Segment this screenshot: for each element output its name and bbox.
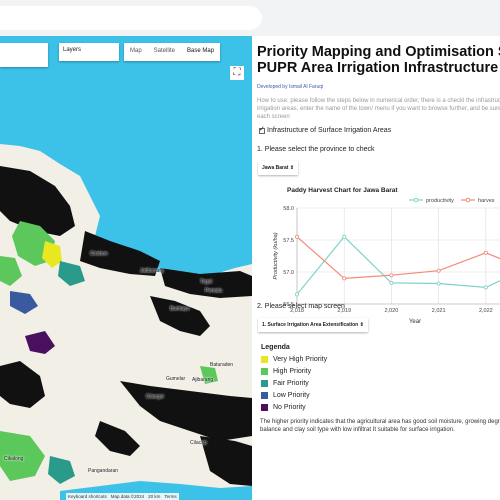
map-type-satellite[interactable]: Satellite [148,43,181,61]
legend-swatch [261,380,268,387]
map-label: Ajibarang [192,377,214,383]
address-bar[interactable] [0,6,262,30]
data-point [436,268,441,273]
data-point [295,234,300,239]
data-point [389,280,394,285]
map-label: Cirebon [90,251,108,257]
irrigation-layer-checkbox-row[interactable]: Infrastructure of Surface Irrigation Are… [259,125,392,134]
legend-title: Legenda [261,344,290,351]
legend-swatch [261,368,268,375]
map-attribution: Keyboard shortcuts Map data ©2024 20 km … [66,493,179,500]
keyboard-shortcuts-link[interactable]: Keyboard shortcuts [68,494,107,499]
y-axis-label: Productivity (ku/ha) [273,232,279,279]
harvest-chart: Paddy Harvest Chart for Jawa Barat produc… [273,187,500,325]
y-tick-label: 57.0 [283,270,294,276]
step-2-label: 2. Please select map screen [257,303,345,310]
data-point [295,292,300,297]
x-tick-label: 2,022 [479,308,493,314]
map-label: Gumelar [166,376,186,382]
legend-item: No Priority [261,404,306,411]
legend-label: Low Priority [273,392,310,399]
x-tick-label: 2,020 [385,308,399,314]
map-label: Baturaden [210,362,234,368]
checkbox-label: Infrastructure of Surface Irrigation Are… [267,127,392,134]
legend-item: Very High Priority [261,356,327,363]
map-type-map[interactable]: Map [124,43,148,61]
data-point [342,234,347,239]
map-screen-select-value: 1. Surface Irrigation Area Extensificati… [262,322,359,328]
legend-item: Low Priority [261,392,310,399]
map-label: Jatibarang [140,268,164,274]
title-line-1: Priority Mapping and Optimisation S [257,44,500,60]
legend-label: No Priority [273,404,306,411]
map-label: Pangandaran [88,468,119,474]
y-tick-label: 57.5 [283,238,294,244]
legend-label: High Priority [273,368,312,375]
legend-label: productivity [426,198,454,204]
map-view[interactable]: Layers Map Satellite Base Map ⛶ Cirebon … [0,36,252,500]
map-label: Cikalong [4,456,24,462]
data-point [483,250,488,255]
legend-marker [413,197,419,203]
map-type-base-map[interactable]: Base Map [181,43,220,61]
map-label: Cilangsi [146,394,164,400]
data-point [389,273,394,278]
title-line-2: PUPR Area Irrigation Infrastructure [257,60,499,76]
map-screen-select[interactable]: 1. Surface Irrigation Area Extensificati… [258,318,368,332]
data-point [342,276,347,281]
layers-dropdown[interactable]: Layers [59,43,119,61]
page-title: Priority Mapping and Optimisation S PUPR… [257,44,500,76]
chart-title: Paddy Harvest Chart for Jawa Barat [287,187,398,194]
map-label: Bumiayu [170,306,190,312]
checkbox-icon[interactable] [259,125,265,134]
map-label: Cilacap [190,440,207,446]
series-line-productivity [296,235,500,295]
legend-label: harves [478,198,495,204]
map-canvas [0,144,252,500]
x-axis-label: Year [409,319,421,325]
legend-label: Very High Priority [273,356,328,363]
legend-marker [465,197,471,203]
side-panel: Priority Mapping and Optimisation S PUPR… [257,36,500,500]
x-tick-label: 2,021 [432,308,446,314]
map-data-label: Map data ©2024 [110,494,145,499]
step-1-label: 1. Please select the province to check [257,146,375,153]
map-label: Pemala [205,288,222,294]
terms-link[interactable]: Terms [164,494,176,499]
province-select-value: Jawa Barat [262,165,289,171]
fullscreen-icon[interactable]: ⛶ [230,66,244,80]
legend-label: Fair Priority [273,380,309,387]
scale-label: 20 km [148,494,161,499]
priority-description: The higher priority indicates that the a… [260,419,500,433]
select-arrows-icon: ⇕ [289,165,294,171]
legend-swatch [261,392,268,399]
y-tick-label: 58.0 [283,206,294,212]
data-point [483,285,488,290]
legend-item: Fair Priority [261,380,309,387]
legend-item: High Priority [261,368,311,375]
legend-swatch [261,356,268,363]
legend-swatch [261,404,268,411]
howto-text: How to use: please follow the steps belo… [257,98,500,120]
province-select[interactable]: Jawa Barat ⇕ [258,161,298,175]
data-point [436,281,441,286]
map-type-control[interactable]: Map Satellite Base Map [124,43,221,61]
developer-credit[interactable]: Developed by Ismail Al Faruqi [257,84,323,90]
select-arrows-icon: ⇕ [359,322,364,328]
browser-bar [0,0,500,36]
map-label: Tegal [200,279,212,285]
map-search-box[interactable] [0,43,48,67]
